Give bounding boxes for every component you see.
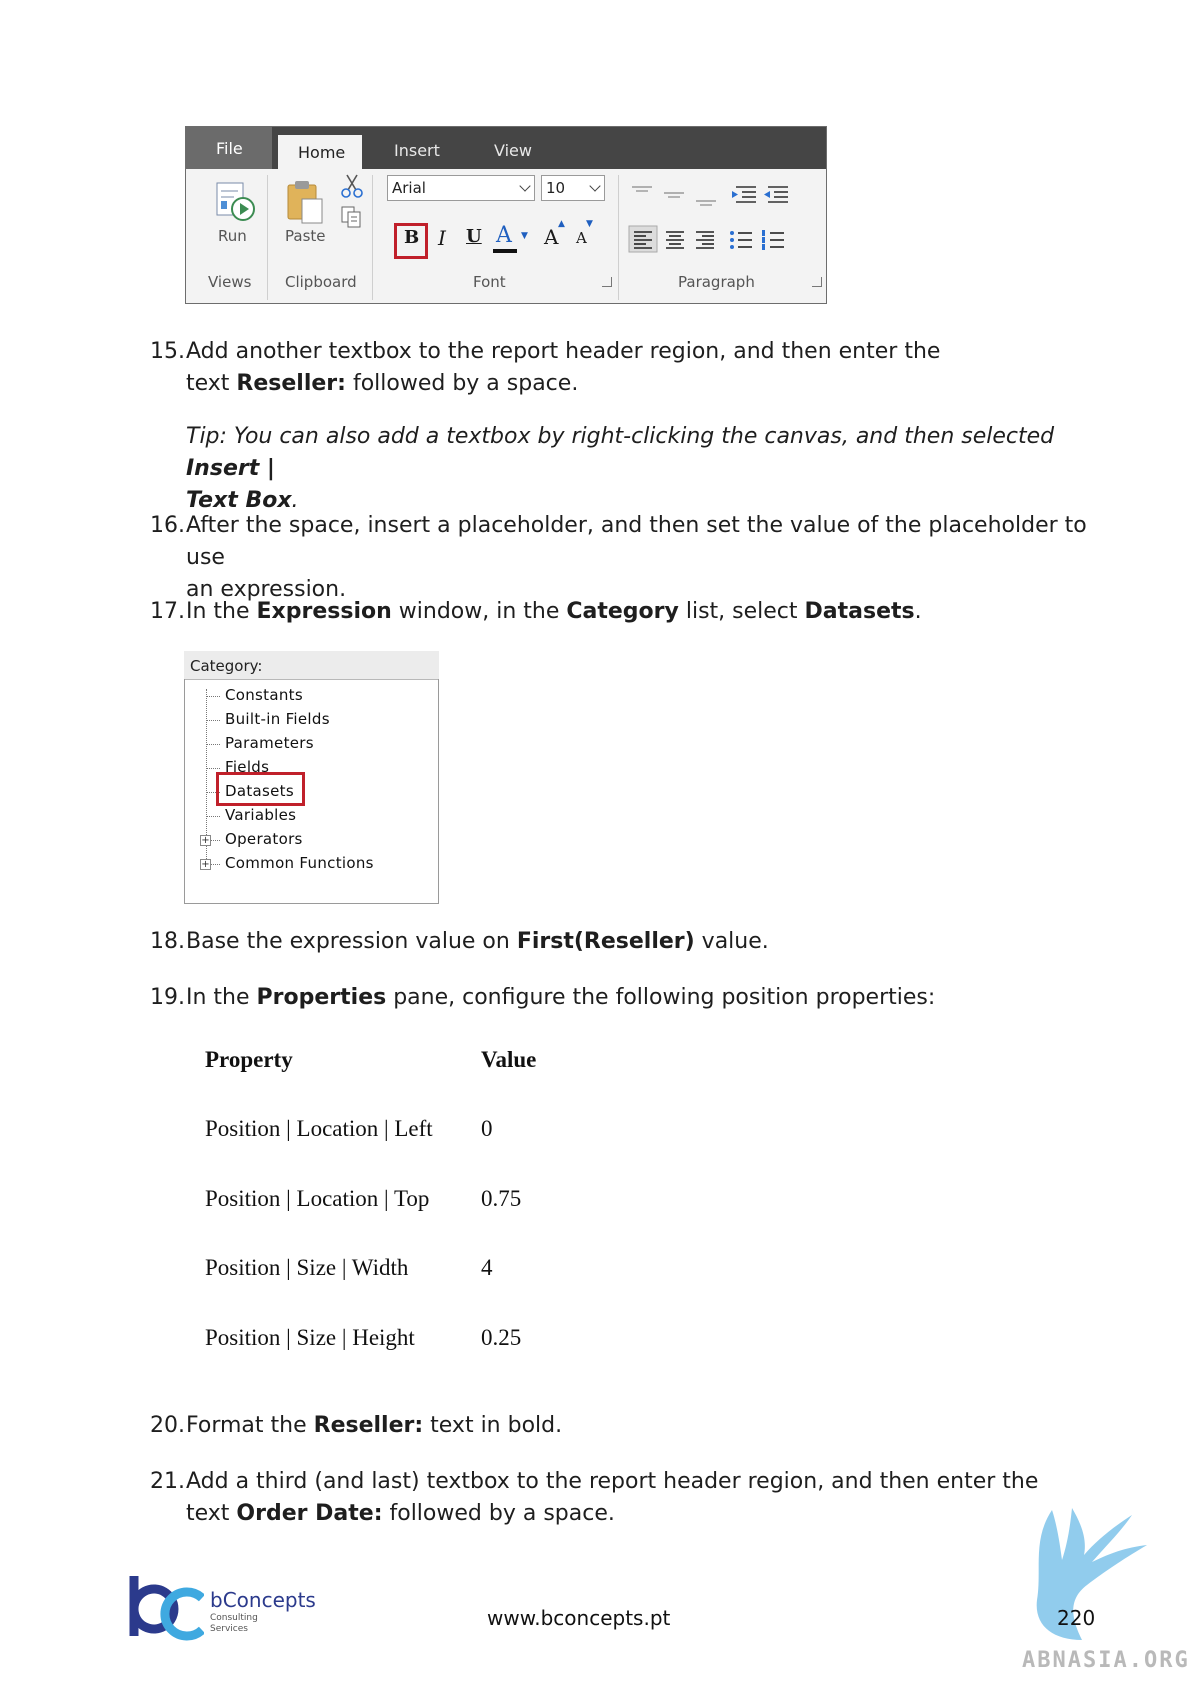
font-color-bar	[493, 249, 517, 253]
tree-branch	[206, 720, 220, 721]
step-19: 19. In the Properties pane, configure th…	[150, 982, 1110, 1014]
expand-plus-icon[interactable]: +	[200, 835, 211, 846]
dropdown-arrow-icon[interactable]: ▼	[521, 231, 528, 241]
category-item-common-functions[interactable]: Common Functions	[225, 854, 374, 872]
table-cell-value: 0.75	[481, 1186, 522, 1211]
step-text-line: Base the expression value on First(Resel…	[186, 929, 769, 954]
vertical-align-icons[interactable]	[628, 181, 818, 215]
table-cell-property: Position | Size | Width	[205, 1255, 409, 1280]
copy-icon[interactable]	[340, 205, 364, 233]
table-cell-value: 0	[481, 1116, 493, 1141]
category-item-variables[interactable]: Variables	[225, 806, 296, 824]
step-20: 20. Format the Reseller: text in bold.	[150, 1410, 1110, 1442]
step-21: 21. Add a third (and last) textbox to th…	[150, 1466, 1110, 1530]
category-item-operators[interactable]: Operators	[225, 830, 303, 848]
chevron-down-icon	[589, 180, 601, 192]
table-cell-property: Position | Location | Left	[205, 1116, 433, 1141]
datasets-highlight-box	[216, 772, 305, 806]
step-text-line: Add another textbox to the report header…	[186, 339, 941, 364]
tree-branch	[206, 744, 220, 745]
step-text-line: After the space, insert a placeholder, a…	[186, 513, 1087, 570]
views-group-label: Views	[208, 273, 252, 291]
logo-subtitle: Services	[210, 1624, 248, 1634]
paragraph-group-label: Paragraph	[678, 273, 755, 291]
footer-url[interactable]: www.bconcepts.pt	[487, 1606, 670, 1630]
run-button-label[interactable]: Run	[218, 227, 247, 245]
logo-subtitle: Consulting	[210, 1613, 258, 1623]
expand-plus-icon[interactable]: +	[200, 859, 211, 870]
separator	[618, 175, 619, 300]
paste-icon[interactable]	[284, 177, 330, 231]
separator	[372, 175, 373, 300]
step-text-line: text Order Date: followed by a space.	[186, 1501, 615, 1526]
bold-term: Reseller:	[236, 371, 346, 396]
table-cell-property: Position | Location | Top	[205, 1186, 430, 1211]
tab-insert[interactable]: Insert	[394, 141, 440, 160]
step-15: 15. Add another textbox to the report he…	[150, 336, 1110, 400]
tab-view[interactable]: View	[494, 141, 532, 160]
step-number: 20.	[150, 1413, 185, 1438]
bold-term: Insert |	[186, 456, 275, 481]
step-18: 18. Base the expression value on First(R…	[150, 926, 1110, 958]
page-number: 220	[1057, 1606, 1096, 1630]
bold-term: Order Date:	[236, 1501, 383, 1526]
chevron-down-icon	[519, 180, 531, 192]
shrink-font-button[interactable]: A	[576, 229, 587, 247]
step-number: 21.	[150, 1469, 185, 1494]
step-16: 16. After the space, insert a placeholde…	[150, 510, 1110, 606]
step-text-line: In the Properties pane, configure the fo…	[186, 985, 936, 1010]
tree-branch	[206, 816, 220, 817]
tab-file[interactable]: File	[186, 127, 272, 169]
tab-home[interactable]: Home	[278, 135, 362, 169]
underline-button[interactable]: U	[466, 226, 482, 247]
font-group-label: Font	[473, 273, 506, 291]
grow-font-button[interactable]: A	[544, 225, 558, 249]
step-number: 19.	[150, 985, 185, 1010]
bold-button[interactable]: B	[404, 227, 419, 248]
tree-branch	[206, 696, 220, 697]
tree-branch	[206, 768, 220, 769]
category-item-parameters[interactable]: Parameters	[225, 734, 314, 752]
step-number: 15.	[150, 339, 185, 364]
run-icon[interactable]	[214, 179, 256, 229]
italic-button[interactable]: I	[438, 226, 446, 250]
font-family-select[interactable]: Arial	[387, 175, 535, 201]
table-cell-value: 4	[481, 1255, 493, 1280]
ribbon-tab-bar: File Home Insert View	[186, 127, 826, 169]
paste-button-label[interactable]: Paste	[285, 227, 326, 245]
step-text-line: Format the Reseller: text in bold.	[186, 1413, 563, 1438]
increase-arrow-icon: ▲	[558, 219, 565, 229]
clipboard-group-label: Clipboard	[285, 273, 357, 291]
step-number: 18.	[150, 929, 185, 954]
step-17: 17. In the Expression window, in the Cat…	[150, 596, 1110, 628]
divider	[185, 679, 438, 680]
step-text-line: text Reseller: followed by a space.	[186, 371, 579, 396]
table-header-value: Value	[481, 1047, 537, 1072]
cut-icon[interactable]	[340, 173, 364, 203]
font-size-select[interactable]: 10	[541, 175, 605, 201]
watermark-mascot-icon	[1012, 1500, 1152, 1654]
category-tree-panel: Category: Constants Built-in Fields Para…	[184, 651, 439, 904]
font-color-button[interactable]: A	[496, 223, 512, 248]
category-item-constants[interactable]: Constants	[225, 686, 303, 704]
watermark-text: ABNASIA.ORG	[1022, 1648, 1190, 1673]
bconcepts-logo-mark	[126, 1574, 206, 1648]
ribbon-screenshot: File Home Insert View Run Views Paste Cl…	[185, 126, 827, 304]
table-cell-property: Position | Size | Height	[205, 1325, 415, 1350]
tip-note: Tip: You can also add a textbox by right…	[186, 424, 1055, 513]
category-item-built-in-fields[interactable]: Built-in Fields	[225, 710, 330, 728]
dialog-launcher-icon[interactable]	[812, 277, 822, 287]
separator	[267, 175, 268, 300]
dialog-launcher-icon[interactable]	[602, 277, 612, 287]
step-text-line: In the Expression window, in the Categor…	[186, 599, 922, 624]
category-header: Category:	[184, 651, 439, 679]
table-cell-value: 0.25	[481, 1325, 522, 1350]
logo-name: bConcepts	[210, 1588, 316, 1612]
decrease-arrow-icon: ▼	[586, 219, 593, 229]
table-header-property: Property	[205, 1047, 293, 1072]
step-text-line: Add a third (and last) textbox to the re…	[186, 1469, 1039, 1494]
alignment-icons[interactable]	[628, 225, 818, 259]
step-number: 17.	[150, 599, 185, 624]
step-number: 16.	[150, 513, 185, 538]
